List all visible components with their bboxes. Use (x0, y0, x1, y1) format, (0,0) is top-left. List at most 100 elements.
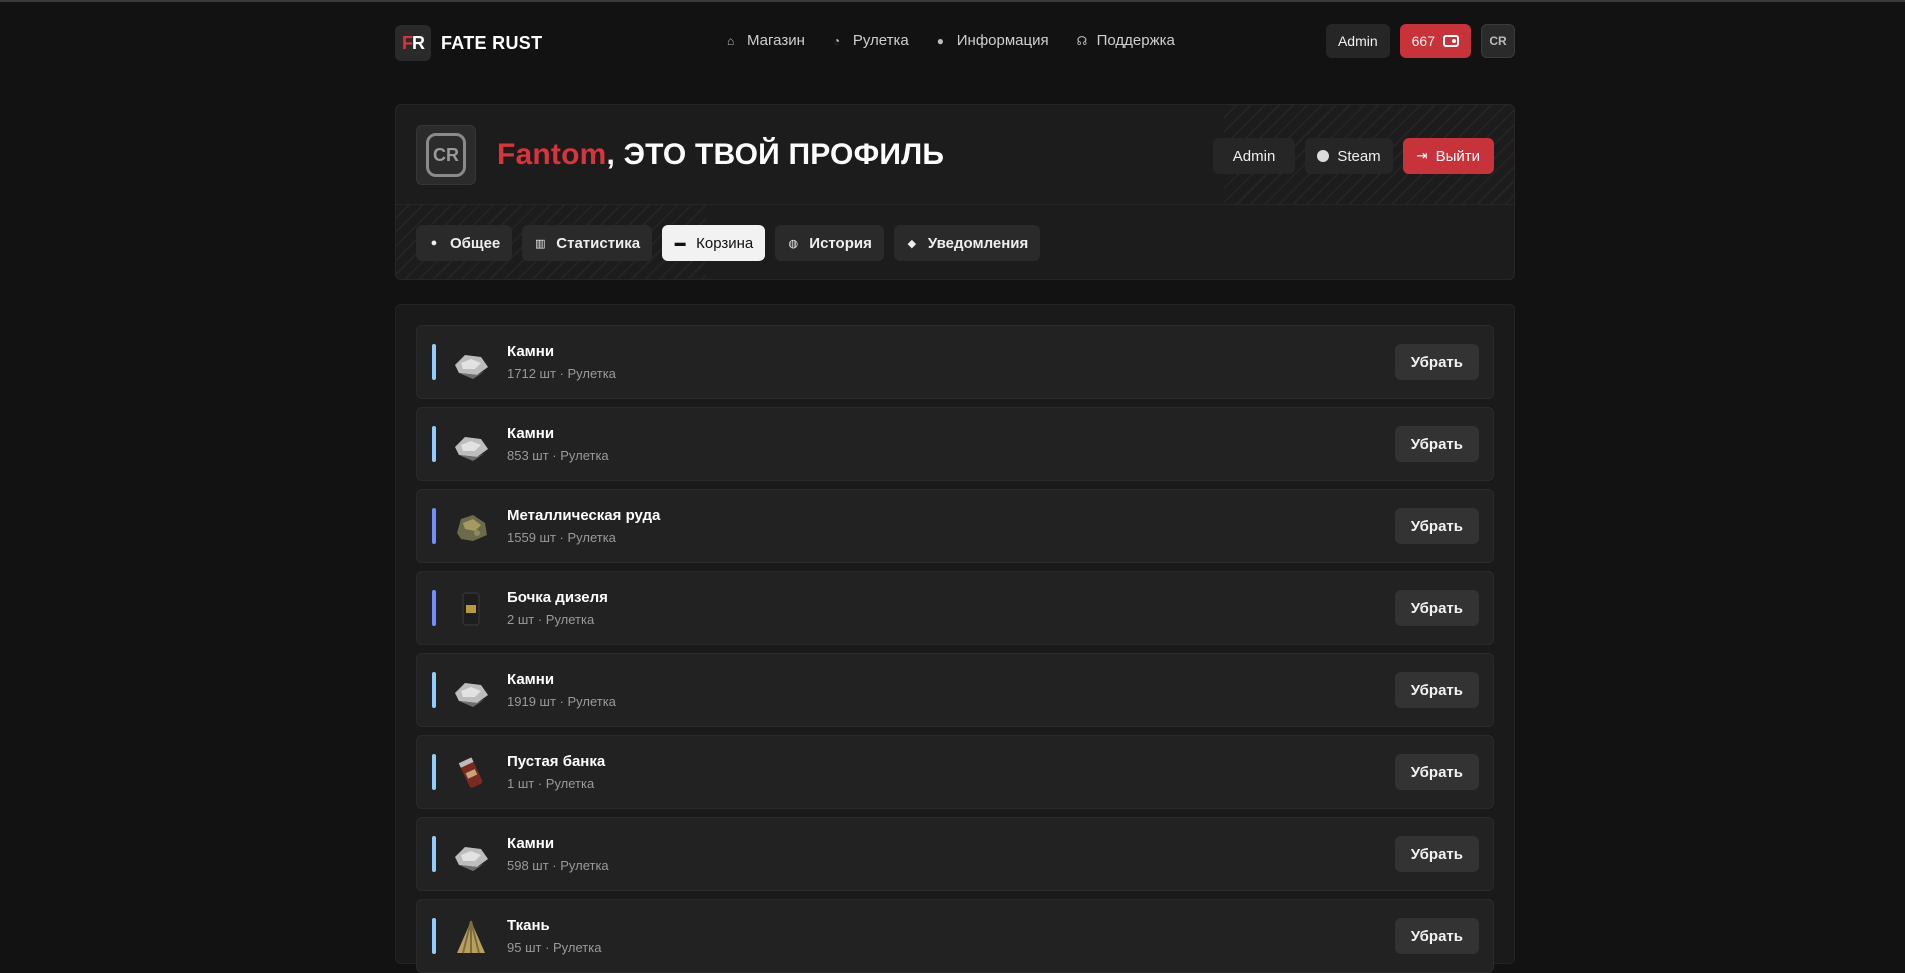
remove-button[interactable]: Убрать (1394, 344, 1479, 380)
stats-icon: ▥ (535, 237, 546, 250)
profile-nickname: Fantom (497, 138, 607, 171)
nav-label: Поддержка (1096, 32, 1175, 49)
diesel-barrel-icon (462, 592, 480, 626)
item-name: Пустая банка (507, 753, 606, 770)
bell-icon: ◆ (907, 237, 917, 250)
rarity-bar (432, 344, 436, 380)
admin-profile-button[interactable]: Admin (1212, 138, 1296, 174)
header-user-area: Admin 667 CR (1325, 24, 1515, 58)
remove-button[interactable]: Убрать (1394, 590, 1479, 626)
wallet-icon (1443, 35, 1459, 47)
remove-button[interactable]: Убрать (1394, 836, 1479, 872)
tab-cart[interactable]: ▬ Корзина (662, 225, 766, 261)
profile-tabs: ● Общее ▥ Статистика ▬ Корзина ◍ История… (416, 225, 1041, 261)
stones-icon (455, 683, 488, 707)
site-header: FR FATE RUST ⌂ Магазин ◔ Рулетка ● Инфор… (395, 22, 1515, 62)
balance-button[interactable]: 667 (1399, 24, 1471, 58)
remove-button[interactable]: Убрать (1394, 672, 1479, 708)
button-label: Admin (1232, 147, 1276, 165)
steam-icon (1317, 150, 1330, 162)
item-name: Бочка дизеля (507, 589, 608, 606)
nav-item-shop[interactable]: ⌂ Магазин (727, 32, 805, 49)
item-meta: 1 шт · Рулетка (507, 776, 595, 791)
tab-history[interactable]: ◍ История (775, 225, 884, 261)
steam-button[interactable]: Steam (1305, 138, 1393, 174)
list-item: Камни 1712 шт · Рулетка Убрать (416, 325, 1494, 399)
cloth-icon (457, 920, 485, 954)
list-item: Ткань 95 шт · Рулетка Убрать (416, 899, 1494, 973)
info-icon: ● (430, 237, 438, 249)
item-meta: 1712 шт · Рулетка (507, 366, 616, 381)
shop-icon: ⌂ (727, 33, 735, 48)
rarity-bar (432, 508, 436, 544)
top-border (0, 0, 1905, 2)
tab-label: История (809, 234, 872, 252)
rarity-bar (432, 918, 436, 954)
brand-name: FATE RUST (441, 32, 543, 53)
item-name: Камни (507, 343, 555, 360)
item-name: Камни (507, 835, 555, 852)
item-meta: 598 шт · Рулетка (507, 858, 609, 873)
button-label: Steam (1337, 147, 1381, 165)
item-meta: 1559 шт · Рулетка (507, 530, 616, 545)
avatar-hex-icon: CR (426, 133, 466, 177)
profile-card: CR Fantom, ЭТО ТВОЙ ПРОФИЛЬ Admin Steam … (395, 104, 1515, 280)
item-meta: 1919 шт · Рулетка (507, 694, 616, 709)
list-item: Камни 598 шт · Рулетка Убрать (416, 817, 1494, 891)
rarity-bar (432, 590, 436, 626)
history-icon: ◍ (788, 237, 799, 250)
rarity-bar (432, 426, 436, 462)
button-label: Выйти (1435, 147, 1480, 165)
list-item: Бочка дизеля 2 шт · Рулетка Убрать (416, 571, 1494, 645)
list-item: Пустая банка 1 шт · Рулетка Убрать (416, 735, 1494, 809)
cart-list: Камни 1712 шт · Рулетка Убрать Камни 853… (395, 304, 1515, 973)
tab-statistics[interactable]: ▥ Статистика (522, 225, 653, 261)
admin-button[interactable]: Admin (1325, 24, 1390, 58)
item-name: Металлическая руда (507, 507, 661, 524)
remove-button[interactable]: Убрать (1394, 754, 1479, 790)
tab-label: Статистика (556, 234, 641, 252)
profile-avatar: CR (416, 125, 476, 185)
remove-button[interactable]: Убрать (1394, 508, 1479, 544)
item-meta: 95 шт · Рулетка (507, 940, 602, 955)
list-item: Камни 1919 шт · Рулетка Убрать (416, 653, 1494, 727)
remove-button[interactable]: Убрать (1394, 918, 1479, 954)
tab-notifications[interactable]: ◆ Уведомления (893, 225, 1041, 261)
rarity-bar (432, 672, 436, 708)
avatar[interactable]: CR (1481, 24, 1515, 58)
roulette-icon: ◔ (832, 33, 841, 48)
item-meta: 2 шт · Рулетка (507, 612, 595, 627)
tab-label: Корзина (696, 234, 754, 252)
nav-label: Магазин (747, 32, 805, 49)
logo-letter-f: F (402, 32, 413, 53)
nav-item-support[interactable]: ☊ Поддержка (1077, 32, 1175, 49)
logout-button[interactable]: ⇥ Выйти (1402, 138, 1494, 174)
main-nav: ⌂ Магазин ◔ Рулетка ● Информация ☊ Подде… (727, 32, 1175, 49)
avatar-text: CR (433, 144, 459, 165)
list-item: Металлическая руда 1559 шт · Рулетка Убр… (416, 489, 1494, 563)
nav-label: Информация (956, 32, 1049, 49)
remove-button[interactable]: Убрать (1394, 426, 1479, 462)
stones-icon (455, 437, 488, 461)
cart-icon: ▬ (674, 237, 686, 249)
stones-icon (455, 355, 488, 379)
brand-logo[interactable]: FR FATE RUST (395, 25, 542, 61)
list-item: Камни 853 шт · Рулетка Убрать (416, 407, 1494, 481)
profile-actions: Admin Steam ⇥ Выйти (1212, 138, 1494, 174)
nav-item-info[interactable]: ● Информация (937, 32, 1049, 49)
nav-item-roulette[interactable]: ◔ Рулетка (833, 32, 909, 49)
nav-label: Рулетка (852, 32, 909, 49)
item-meta: 853 шт · Рулетка (507, 448, 609, 463)
logo-mark-icon: FR (395, 25, 431, 61)
support-icon: ☊ (1076, 33, 1088, 48)
empty-can-icon (458, 757, 483, 788)
tab-general[interactable]: ● Общее (416, 225, 513, 261)
title-rest: , ЭТО ТВОЙ ПРОФИЛЬ (606, 138, 945, 171)
rarity-bar (432, 836, 436, 872)
logout-icon: ⇥ (1416, 148, 1428, 163)
tab-label: Уведомления (927, 234, 1029, 252)
item-name: Камни (507, 671, 555, 688)
tab-label: Общее (450, 234, 501, 252)
info-icon: ● (936, 33, 945, 48)
rarity-bar (432, 754, 436, 790)
